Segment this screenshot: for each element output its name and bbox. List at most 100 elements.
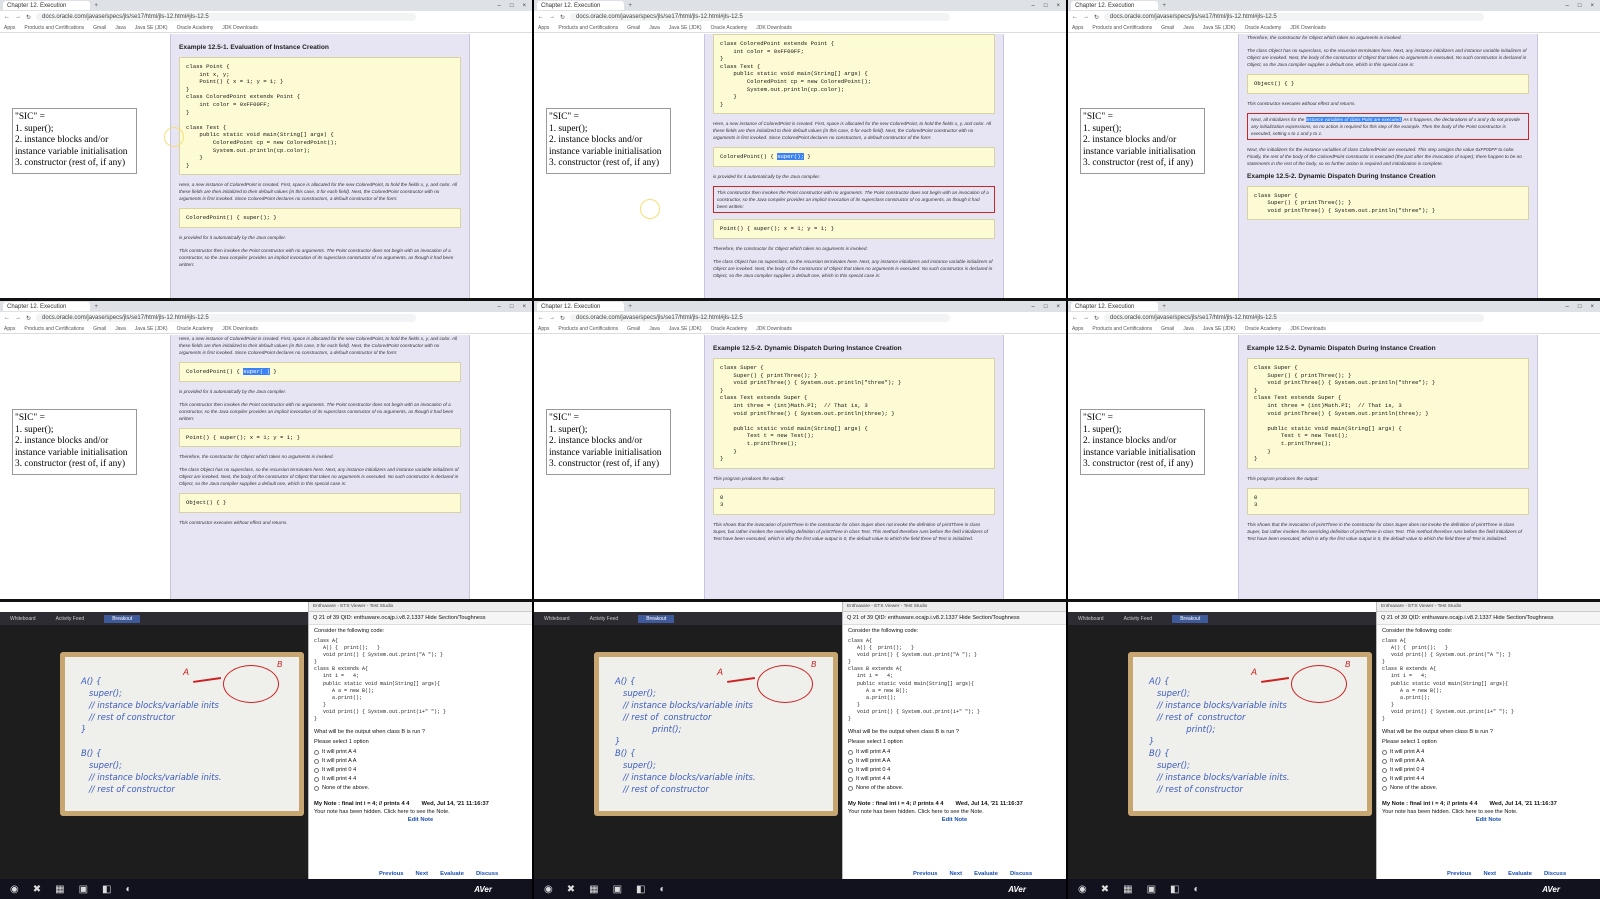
maximize-button[interactable]: □	[1044, 304, 1048, 310]
minimize-button[interactable]: –	[498, 3, 501, 9]
reload-icon[interactable]: ↻	[560, 315, 565, 322]
minimize-button[interactable]: –	[1032, 3, 1035, 9]
close-button[interactable]: ×	[522, 304, 526, 310]
bookmark-item[interactable]: Gmail	[93, 326, 106, 332]
edit-note-link[interactable]: Edit Note	[848, 817, 1061, 823]
video-tab[interactable]: Activity Feed	[590, 616, 619, 622]
radio-icon[interactable]	[848, 749, 853, 755]
minimize-button[interactable]: –	[1566, 3, 1569, 9]
app-icon[interactable]: ▦	[55, 884, 64, 895]
answer-option[interactable]: It will print 4 4	[314, 776, 527, 782]
bookmark-item[interactable]: Oracle Academy	[1245, 326, 1282, 332]
reload-icon[interactable]: ↻	[26, 315, 31, 322]
maximize-button[interactable]: □	[510, 3, 514, 9]
discuss-button[interactable]: Discuss	[476, 871, 498, 877]
new-tab-button[interactable]: +	[628, 3, 632, 9]
video-tab-active[interactable]: Breakout	[638, 614, 675, 623]
answer-option[interactable]: It will print 4 4	[1382, 776, 1595, 782]
app-icon[interactable]: ▣	[1147, 884, 1156, 895]
video-tab[interactable]: Activity Feed	[56, 616, 85, 622]
forward-icon[interactable]: →	[1083, 14, 1089, 20]
answer-option[interactable]: It will print 0 4	[314, 767, 527, 773]
close-button[interactable]: ×	[522, 3, 526, 9]
note-hidden-link[interactable]: Your note has been hidden. Click here to…	[848, 809, 1061, 815]
app-icon[interactable]: ◧	[636, 884, 645, 895]
radio-icon[interactable]	[1382, 767, 1387, 773]
url-field[interactable]: docs.oracle.com/javase/specs/jls/se17/ht…	[570, 13, 951, 21]
bookmark-item[interactable]: Apps	[1072, 326, 1083, 332]
answer-option[interactable]: It will print A 4	[1382, 749, 1595, 755]
radio-icon[interactable]	[1382, 785, 1387, 791]
forward-icon[interactable]: →	[15, 315, 21, 321]
tab-chapter-12[interactable]: Chapter 12. Execution	[537, 1, 625, 10]
evaluate-button[interactable]: Evaluate	[974, 871, 998, 877]
radio-icon[interactable]	[314, 785, 319, 791]
bookmark-item[interactable]: Products and Certifications	[558, 25, 618, 31]
next-button[interactable]: Next	[416, 871, 429, 877]
radio-icon[interactable]	[314, 776, 319, 782]
radio-icon[interactable]	[314, 758, 319, 764]
app-icon[interactable]: ◐	[659, 884, 665, 895]
hide-section-toggle[interactable]: Hide Section/Toughness	[1493, 615, 1553, 621]
tab-chapter-12[interactable]: Chapter 12. Execution	[1071, 1, 1159, 10]
app-icon[interactable]: ▦	[1123, 884, 1132, 895]
answer-option[interactable]: It will print 4 4	[848, 776, 1061, 782]
radio-icon[interactable]	[314, 749, 319, 755]
new-tab-button[interactable]: +	[1162, 304, 1166, 310]
bookmark-item[interactable]: Oracle Academy	[711, 326, 748, 332]
bookmark-item[interactable]: Gmail	[1161, 326, 1174, 332]
reload-icon[interactable]: ↻	[560, 14, 565, 21]
url-field[interactable]: docs.oracle.com/javase/specs/jls/se17/ht…	[36, 13, 417, 21]
back-icon[interactable]: ←	[1072, 14, 1078, 20]
bookmark-item[interactable]: JDK Downloads	[222, 326, 258, 332]
bookmark-item[interactable]: Java	[649, 25, 660, 31]
answer-option[interactable]: It will print A A	[848, 758, 1061, 764]
radio-icon[interactable]	[848, 758, 853, 764]
radio-icon[interactable]	[1382, 749, 1387, 755]
bookmark-item[interactable]: Gmail	[93, 25, 106, 31]
video-tab[interactable]: Whiteboard	[1078, 616, 1104, 622]
app-icon[interactable]: ✖	[33, 884, 41, 895]
bookmark-item[interactable]: Gmail	[627, 25, 640, 31]
video-tab-active[interactable]: Breakout	[1172, 614, 1209, 623]
bookmark-item[interactable]: Apps	[1072, 25, 1083, 31]
bookmark-item[interactable]: Products and Certifications	[24, 25, 84, 31]
bookmark-item[interactable]: Java	[115, 326, 126, 332]
bookmark-item[interactable]: Apps	[4, 326, 15, 332]
back-icon[interactable]: ←	[1072, 315, 1078, 321]
app-icon[interactable]: ▣	[613, 884, 622, 895]
answer-option[interactable]: None of the above.	[848, 785, 1061, 791]
previous-button[interactable]: Previous	[379, 871, 404, 877]
answer-option[interactable]: None of the above.	[1382, 785, 1595, 791]
app-icon[interactable]: ◐	[125, 884, 131, 895]
answer-option[interactable]: It will print A 4	[314, 749, 527, 755]
reload-icon[interactable]: ↻	[26, 14, 31, 21]
url-field[interactable]: docs.oracle.com/javase/specs/jls/se17/ht…	[570, 314, 951, 322]
bookmark-item[interactable]: Apps	[538, 25, 549, 31]
bookmark-item[interactable]: Java	[115, 25, 126, 31]
bookmark-item[interactable]: Products and Certifications	[558, 326, 618, 332]
minimize-button[interactable]: –	[498, 304, 501, 310]
bookmark-item[interactable]: Java SE (JDK)	[1203, 25, 1236, 31]
tab-chapter-12[interactable]: Chapter 12. Execution	[3, 1, 91, 10]
note-hidden-link[interactable]: Your note has been hidden. Click here to…	[1382, 809, 1595, 815]
forward-icon[interactable]: →	[15, 14, 21, 20]
forward-icon[interactable]: →	[549, 14, 555, 20]
bookmark-item[interactable]: Gmail	[627, 326, 640, 332]
radio-icon[interactable]	[314, 767, 319, 773]
app-icon[interactable]: ▣	[79, 884, 88, 895]
forward-icon[interactable]: →	[549, 315, 555, 321]
bookmark-item[interactable]: JDK Downloads	[1290, 25, 1326, 31]
bookmark-item[interactable]: Gmail	[1161, 25, 1174, 31]
app-icon[interactable]: ✖	[1101, 884, 1109, 895]
bookmark-item[interactable]: Oracle Academy	[177, 25, 214, 31]
previous-button[interactable]: Previous	[1447, 871, 1472, 877]
bookmark-item[interactable]: Java SE (JDK)	[669, 25, 702, 31]
back-icon[interactable]: ←	[4, 315, 10, 321]
bookmark-item[interactable]: JDK Downloads	[1290, 326, 1326, 332]
bookmark-item[interactable]: Java	[1183, 25, 1194, 31]
evaluate-button[interactable]: Evaluate	[440, 871, 464, 877]
maximize-button[interactable]: □	[1044, 3, 1048, 9]
app-icon[interactable]: ▦	[589, 884, 598, 895]
video-tab-active[interactable]: Breakout	[104, 614, 141, 623]
